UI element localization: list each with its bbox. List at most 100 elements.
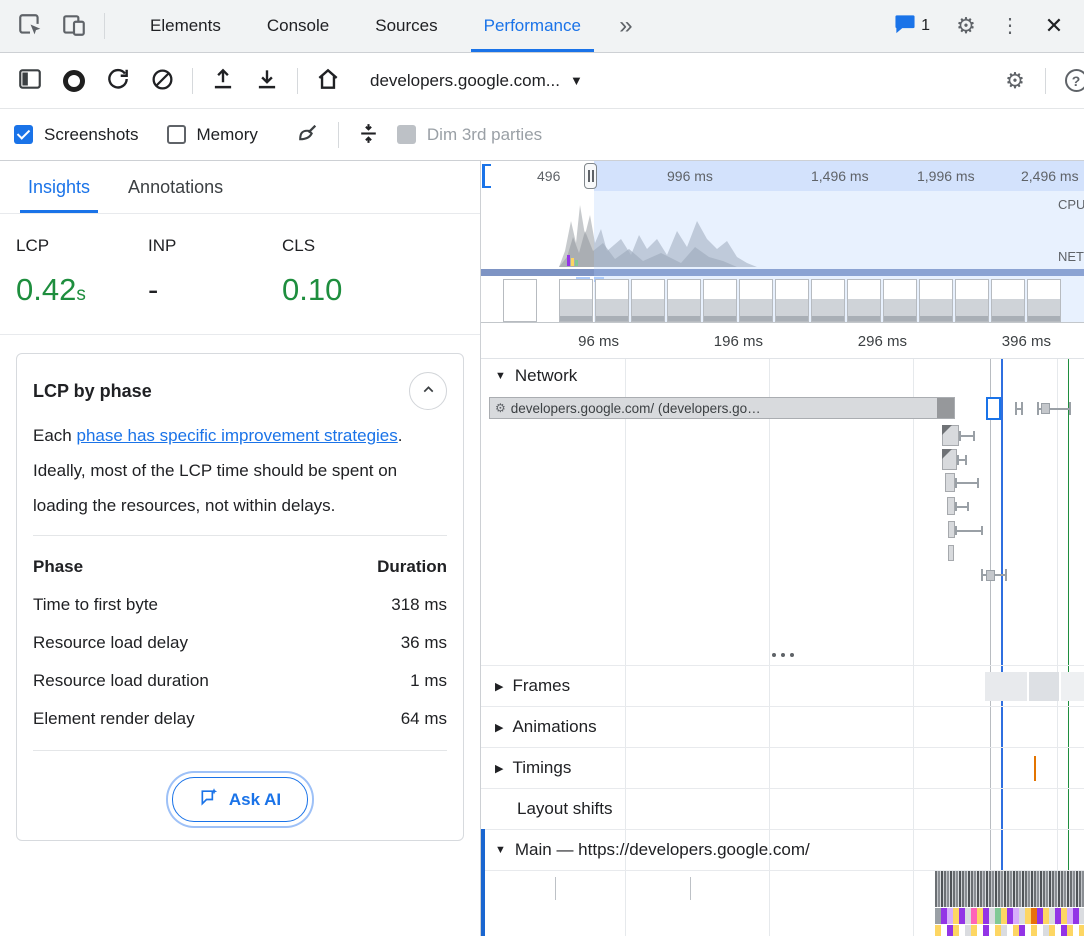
network-request-bar[interactable]: [948, 545, 954, 561]
ruler-time-label: 296 ms: [858, 333, 907, 350]
issues-counter[interactable]: 1: [894, 14, 930, 39]
tab-sources[interactable]: Sources: [352, 0, 460, 52]
record-icon: [63, 70, 85, 92]
collect-garbage-button[interactable]: [286, 113, 330, 157]
filmstrip-thumbnail[interactable]: [667, 279, 701, 322]
overview-time-label: 996 ms: [667, 168, 713, 184]
improvement-strategies-link[interactable]: phase has specific improvement strategie…: [76, 426, 397, 445]
ask-ai-button[interactable]: Ask AI: [172, 777, 308, 822]
close-devtools-button[interactable]: ✕: [1032, 4, 1076, 48]
download-profile-button[interactable]: [245, 59, 289, 103]
gear-icon: ⚙: [495, 401, 506, 415]
filmstrip-thumbnail[interactable]: [503, 279, 537, 322]
track-main[interactable]: ▼ Main — https://developers.google.com/: [481, 829, 1084, 870]
network-request-bar[interactable]: [942, 425, 959, 446]
home-button[interactable]: [306, 59, 350, 103]
device-toolbar-button[interactable]: [52, 4, 96, 48]
network-request-whisker[interactable]: [955, 478, 979, 488]
selection-left-handle[interactable]: [482, 164, 491, 188]
network-request-whisker[interactable]: [957, 455, 967, 465]
filmstrip-thumbnail[interactable]: [775, 279, 809, 322]
filmstrip-thumbnail[interactable]: [739, 279, 773, 322]
screenshots-checkbox[interactable]: [14, 125, 33, 144]
filmstrip-thumbnail[interactable]: [811, 279, 845, 322]
close-icon: ✕: [1045, 15, 1063, 37]
track-network[interactable]: ▼ Network: [481, 359, 1084, 393]
network-request-whisker[interactable]: [959, 431, 975, 441]
block-icon: [150, 67, 175, 95]
memory-checkbox[interactable]: [167, 125, 186, 144]
settings-button[interactable]: ⚙: [944, 4, 988, 48]
record-button[interactable]: [52, 59, 96, 103]
dim-third-parties-checkbox[interactable]: [397, 125, 416, 144]
filmstrip-thumbnail[interactable]: [955, 279, 989, 322]
filmstrip-thumbnail[interactable]: [703, 279, 737, 322]
filmstrip-thumbnail[interactable]: [631, 279, 665, 322]
network-request-outline[interactable]: [986, 397, 1001, 420]
metric-inp[interactable]: INP -: [148, 236, 282, 308]
network-request-bar[interactable]: [942, 449, 957, 470]
more-tabs-button[interactable]: »: [604, 4, 648, 48]
network-request-whisker[interactable]: [1015, 402, 1023, 415]
track-timings[interactable]: ▶ Timings: [481, 747, 1084, 788]
screenshots-option: Screenshots: [14, 125, 139, 145]
timeline-overview[interactable]: 496996 ms1,496 ms1,996 ms2,496 ms CPU NE…: [481, 161, 1084, 323]
tab-insights[interactable]: Insights: [16, 161, 102, 213]
network-request-bar[interactable]: [947, 497, 955, 515]
overview-time-label: 496: [537, 168, 560, 184]
phase-cell: Time to first byte: [33, 586, 329, 624]
filmstrip-thumbnail[interactable]: [919, 279, 953, 322]
inspect-element-button[interactable]: [8, 4, 52, 48]
track-resize-handle[interactable]: [481, 645, 1084, 665]
network-request-bar[interactable]: [945, 473, 955, 492]
more-options-button[interactable]: ⋮: [988, 4, 1032, 48]
network-request-bar[interactable]: ⚙ developers.google.com/ (developers.go…: [489, 397, 955, 419]
network-request-bar[interactable]: [948, 521, 955, 538]
ruler-time-label: 396 ms: [1002, 333, 1051, 350]
phase-cell: Resource load delay: [33, 624, 329, 662]
metric-cls[interactable]: CLS 0.10: [282, 236, 342, 308]
phase-cell: Element render delay: [33, 700, 329, 738]
clear-recording-button[interactable]: [140, 59, 184, 103]
network-request-whisker[interactable]: [955, 502, 969, 511]
capture-settings-button[interactable]: ⚙: [993, 59, 1037, 103]
track-animations[interactable]: ▶ Animations: [481, 706, 1084, 747]
upload-profile-button[interactable]: [201, 59, 245, 103]
tab-elements[interactable]: Elements: [127, 0, 244, 52]
filmstrip-thumbnail[interactable]: [595, 279, 629, 322]
network-request-box[interactable]: [986, 570, 995, 581]
memory-label: Memory: [197, 125, 258, 145]
flame-category-row: [935, 908, 1084, 924]
main-flame-chart[interactable]: [481, 870, 1084, 936]
tab-console[interactable]: Console: [244, 0, 352, 52]
lcp-by-phase-card: LCP by phase Each phase has specific imp…: [16, 353, 464, 841]
network-request-box[interactable]: [1041, 403, 1050, 414]
network-request-whisker[interactable]: [955, 526, 983, 535]
card-title: LCP by phase: [33, 381, 152, 402]
toggle-sidebar-button[interactable]: [8, 59, 52, 103]
filmstrip-thumbnail[interactable]: [559, 279, 593, 322]
kebab-menu-icon: ⋮: [1000, 16, 1020, 36]
filmstrip-thumbnail[interactable]: [1027, 279, 1061, 322]
filmstrip-thumbnail[interactable]: [883, 279, 917, 322]
track-frames[interactable]: ▶ Frames: [481, 665, 1084, 706]
help-button[interactable]: ?: [1054, 59, 1084, 103]
selected-track-indicator: [481, 829, 485, 936]
origin-selector-value: developers.google.com...: [370, 71, 560, 91]
origin-selector[interactable]: developers.google.com... ▼: [370, 71, 583, 91]
collapse-card-button[interactable]: [409, 372, 447, 410]
filmstrip-thumbnail[interactable]: [847, 279, 881, 322]
selection-right-handle[interactable]: [584, 163, 597, 189]
tab-annotations[interactable]: Annotations: [116, 161, 235, 213]
upload-icon: [210, 66, 236, 95]
tab-performance[interactable]: Performance: [461, 0, 604, 52]
collapse-flame-button[interactable]: [347, 113, 391, 157]
track-layout-shifts[interactable]: Layout shifts: [481, 788, 1084, 829]
cls-label: CLS: [282, 236, 342, 256]
filmstrip-thumbnail[interactable]: [991, 279, 1025, 322]
core-web-vitals: LCP 0.42s INP - CLS 0.10: [0, 214, 480, 335]
record-and-reload-button[interactable]: [96, 59, 140, 103]
metric-lcp[interactable]: LCP 0.42s: [16, 236, 148, 308]
lcp-value: 0.42s: [16, 272, 148, 308]
inp-label: INP: [148, 236, 282, 256]
